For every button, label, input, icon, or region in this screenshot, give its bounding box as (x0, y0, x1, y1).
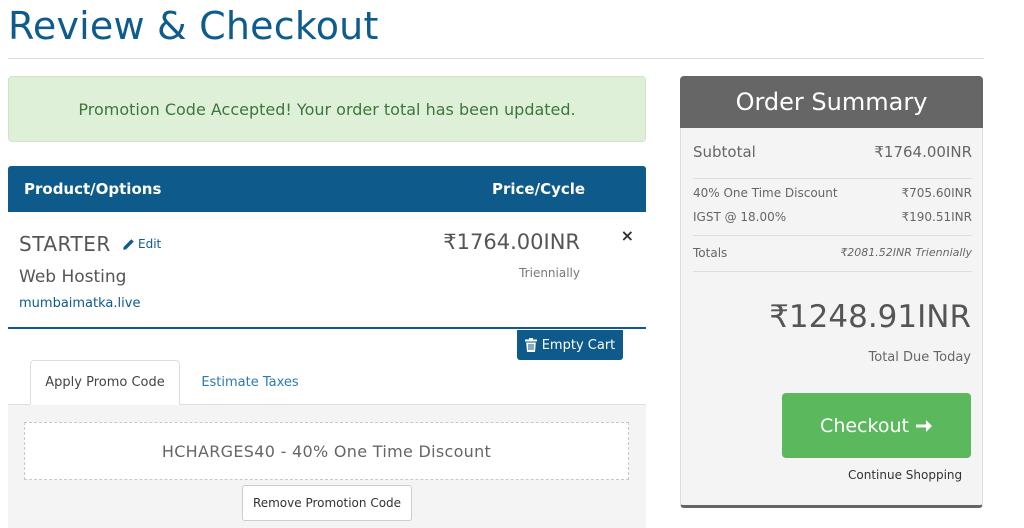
title-divider (8, 58, 984, 59)
pencil-icon (123, 238, 134, 250)
tab-apply-promo-code[interactable]: Apply Promo Code (30, 360, 180, 405)
subtotal-label: Subtotal (693, 143, 756, 161)
totals-label: Totals (693, 246, 728, 260)
cart-table-header: Product/Options Price/Cycle (8, 166, 646, 212)
summary-divider (693, 178, 972, 179)
header-product-options: Product/Options (24, 180, 162, 198)
tab-estimate-taxes[interactable]: Estimate Taxes (186, 360, 314, 405)
trash-icon (524, 338, 537, 352)
product-domain: mumbaimatka.live (19, 296, 141, 311)
order-summary-panel: Order Summary Subtotal ₹1764.00INR 40% O… (680, 76, 983, 508)
promo-success-alert: Promotion Code Accepted! Your order tota… (8, 76, 646, 142)
discount-label: 40% One Time Discount (693, 186, 838, 200)
discount-row: 40% One Time Discount ₹705.60INR (693, 186, 972, 200)
header-price-cycle: Price/Cycle (492, 180, 586, 198)
alert-text: Promotion Code Accepted! Your order tota… (78, 99, 576, 119)
continue-shopping-link[interactable]: Continue Shopping (848, 468, 962, 482)
summary-divider (693, 235, 972, 236)
empty-cart-button[interactable]: Empty Cart (517, 330, 623, 360)
applied-promo-code: HCHARGES40 - 40% One Time Discount (24, 422, 629, 480)
edit-product-link[interactable]: Edit (122, 237, 161, 251)
order-summary-title: Order Summary (680, 76, 983, 128)
edit-label: Edit (138, 237, 162, 251)
close-icon[interactable]: × (621, 226, 634, 245)
subtotal-row: Subtotal ₹1764.00INR (693, 143, 972, 161)
item-price: ₹1764.00INR (443, 230, 580, 254)
summary-divider (693, 271, 972, 272)
product-name: STARTER (19, 232, 111, 256)
discount-value: ₹705.60INR (901, 186, 972, 200)
checkout-label: Checkout (820, 414, 909, 437)
item-billing-cycle: Triennially (519, 266, 580, 280)
empty-cart-label: Empty Cart (541, 337, 616, 353)
total-due-label: Total Due Today (868, 350, 971, 365)
totals-value: ₹2081.52INR Triennially (840, 246, 972, 259)
tax-row: IGST @ 18.00% ₹190.51INR (693, 210, 972, 224)
tax-label: IGST @ 18.00% (693, 210, 787, 224)
totals-row: Totals ₹2081.52INR Triennially (693, 246, 972, 260)
page-title: Review & Checkout (8, 4, 379, 48)
cart-item-row: STARTER Edit Web Hosting mumbaimatka.liv… (8, 212, 646, 329)
arrow-right-icon (915, 419, 932, 432)
total-due-amount: ₹1248.91INR (769, 299, 971, 335)
checkout-button[interactable]: Checkout (782, 393, 971, 458)
remove-promo-code-button[interactable]: Remove Promotion Code (242, 485, 412, 521)
subtotal-value: ₹1764.00INR (874, 143, 972, 161)
promo-code-text: HCHARGES40 - 40% One Time Discount (161, 441, 492, 461)
tax-value: ₹190.51INR (901, 210, 972, 224)
product-group: Web Hosting (19, 267, 127, 287)
